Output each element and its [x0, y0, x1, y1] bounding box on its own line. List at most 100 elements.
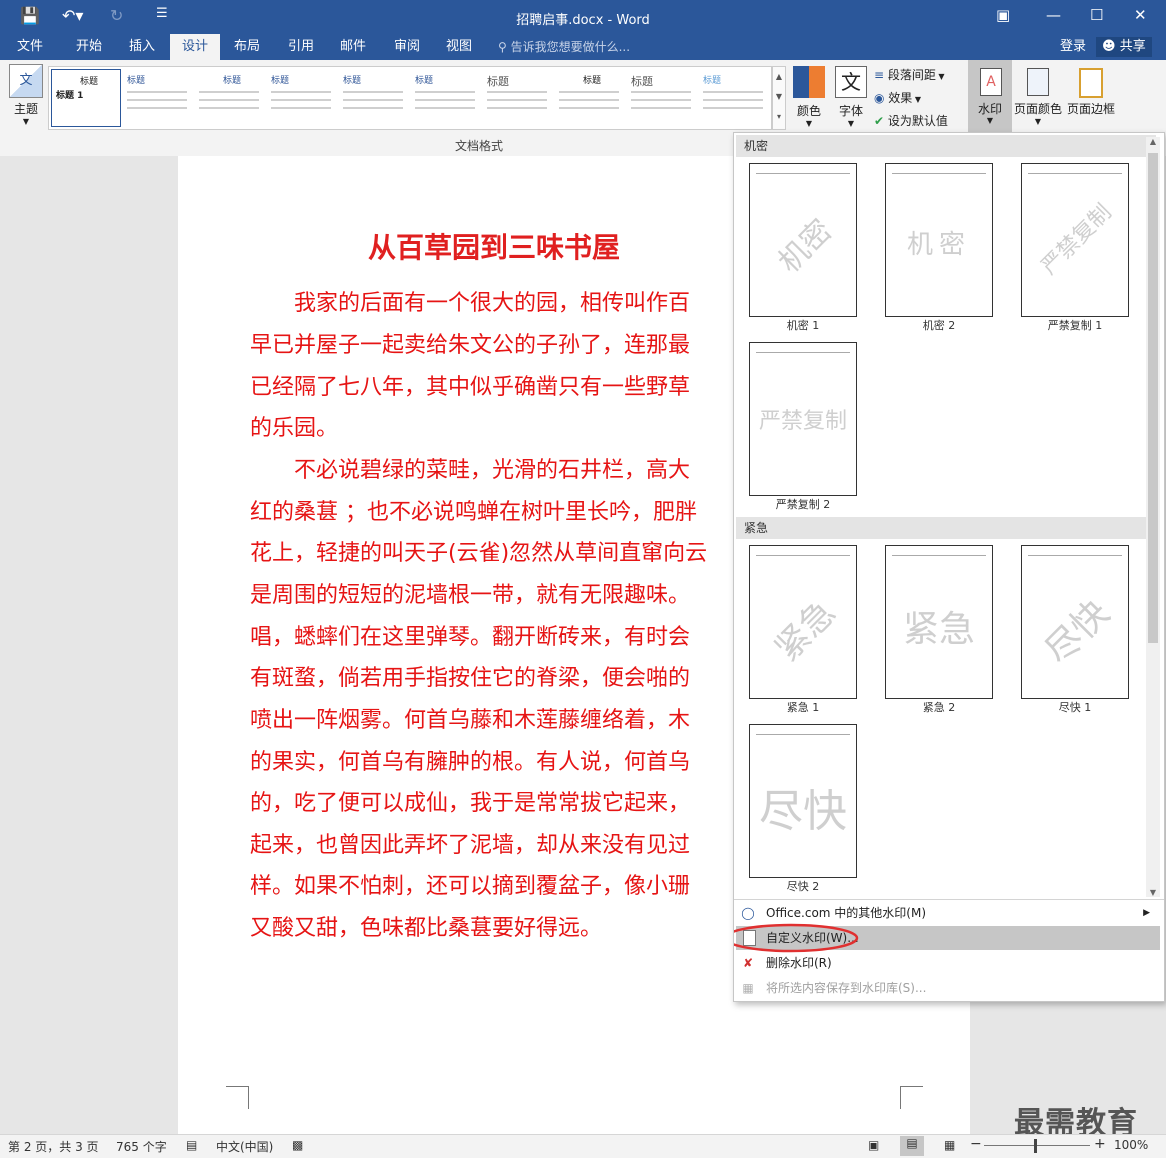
style-set-item[interactable]: 标题: [483, 69, 551, 125]
ribbon-display-options-icon[interactable]: ▣: [996, 6, 1010, 24]
web-layout-icon[interactable]: ▦: [944, 1138, 955, 1152]
scroll-down-icon[interactable]: ▼: [1146, 888, 1160, 897]
document-line[interactable]: 的果实，何首乌有臃肿的根。有人说，何首乌: [250, 744, 690, 776]
watermark-confidential-1[interactable]: 机密 机密 1: [748, 163, 858, 333]
language-indicator[interactable]: 中文(中国): [216, 1138, 273, 1155]
ribbon-tabs: 文件 开始 插入 设计 布局 引用 邮件 审阅 视图 ⚲ 告诉我您想要做什么..…: [0, 34, 1166, 60]
document-heading[interactable]: 从百草园到三味书屋: [368, 226, 620, 266]
gallery-scrollbar[interactable]: ▲ ▼: [1146, 137, 1160, 897]
tab-layout[interactable]: 布局: [224, 34, 270, 60]
zoom-level[interactable]: 100%: [1114, 1138, 1148, 1152]
section-header-confidential: 机密: [736, 135, 1156, 157]
watermark-no-copy-1[interactable]: 严禁复制 严禁复制 1: [1020, 163, 1130, 333]
tab-file[interactable]: 文件: [4, 34, 56, 60]
login-link[interactable]: 登录: [1060, 34, 1086, 60]
chevron-down-icon: ▼: [22, 117, 30, 126]
share-button[interactable]: ☻ 共享: [1096, 37, 1152, 57]
document-line[interactable]: 有斑蝥，倘若用手指按住它的脊梁，便会啪的: [250, 660, 690, 692]
effects-button[interactable]: ◉ 效果 ▼: [874, 89, 921, 106]
chevron-down-icon: ▼: [847, 119, 855, 128]
watermark-button[interactable]: A 水印 ▼: [968, 60, 1012, 134]
document-line[interactable]: 是周围的短短的泥墙根一带，就有无限趣味。: [250, 577, 690, 609]
document-line[interactable]: 红的桑葚 ；也不必说鸣蝉在树叶里长吟，肥胖: [250, 494, 697, 526]
tab-design[interactable]: 设计: [170, 34, 220, 60]
document-line[interactable]: 的，吃了便可以成仙，我于是常常拔它起来，: [250, 785, 690, 817]
set-default-button[interactable]: ✔ 设为默认值: [874, 112, 948, 129]
document-line[interactable]: 我家的后面有一个很大的园，相传叫作百: [250, 285, 690, 317]
thumb-title: 标题: [415, 76, 434, 86]
watermark-confidential-2[interactable]: 机密 机密 2: [884, 163, 994, 333]
watermark-caption: 机密 2: [922, 319, 956, 332]
document-line[interactable]: 花上，轻捷的叫天子(云雀)忽然从草间直窜向云: [250, 535, 707, 567]
watermark-no-copy-2[interactable]: 严禁复制 严禁复制 2: [748, 342, 858, 512]
watermark-preview-text: 紧急: [902, 609, 975, 650]
chevron-down-icon: ▼: [912, 95, 922, 104]
workspace-left: [0, 156, 178, 1134]
read-mode-icon[interactable]: ▣: [868, 1138, 879, 1152]
style-set-item[interactable]: 标题: [699, 69, 767, 125]
document-line[interactable]: 唱，蟋蟀们在这里弹琴。翻开断砖来，有时会: [250, 619, 690, 651]
watermark-urgent-2[interactable]: 紧急 紧急 2: [884, 545, 994, 715]
document-line[interactable]: 早已并屋子一起卖给朱文公的子孙了，连那最: [250, 327, 690, 359]
thumb-title: 标题: [80, 77, 99, 87]
zoom-slider-thumb[interactable]: [1034, 1139, 1037, 1153]
thumb-title: 标题: [703, 76, 722, 86]
zoom-slider-track[interactable]: [984, 1145, 1090, 1146]
print-layout-icon[interactable]: ▤: [900, 1136, 924, 1156]
page-borders-button[interactable]: 页面边框: [1066, 68, 1116, 117]
style-set-item[interactable]: 标题: [267, 69, 335, 125]
tab-home[interactable]: 开始: [64, 34, 114, 60]
style-set-item[interactable]: 标题: [339, 69, 407, 125]
thumb-title: 标题: [343, 76, 362, 86]
paragraph-spacing-button[interactable]: ≡ 段落间距 ▼: [874, 66, 945, 83]
page-color-button[interactable]: 页面颜色 ▼: [1014, 68, 1062, 126]
minimize-icon[interactable]: —: [1046, 6, 1061, 24]
watermark-asap-2[interactable]: 尽快 尽快 2: [748, 724, 858, 894]
style-set-item[interactable]: 标题: [195, 69, 263, 125]
page-count[interactable]: 第 2 页，共 3 页: [8, 1138, 99, 1155]
zoom-out-icon[interactable]: −: [970, 1136, 982, 1152]
tell-me-box[interactable]: ⚲ 告诉我您想要做什么...: [498, 34, 630, 60]
watermark-dropdown: 机密 机密 机密 1 机密 机密 2 严禁复制 严禁复制 1 严禁复制 严禁复制…: [733, 132, 1165, 1002]
document-line[interactable]: 已经隔了七八年，其中似乎确凿只有一些野草: [250, 369, 690, 401]
scroll-up-icon[interactable]: ▲: [1146, 137, 1160, 146]
document-line[interactable]: 又酸又甜，色味都比桑葚要好得远。: [250, 910, 602, 942]
title-bar: 💾 ↶▾ ↻ ☰ 招聘启事.docx - Word ▣ — ☐ ✕: [0, 0, 1166, 34]
colors-button[interactable]: 颜色 ▼: [792, 66, 826, 128]
style-set-item[interactable]: 标题: [627, 69, 695, 125]
document-line[interactable]: 样。如果不怕刺，还可以摘到覆盆子，像小珊: [250, 868, 690, 900]
remove-watermark-item[interactable]: ✘ 删除水印(R): [736, 951, 1160, 975]
close-icon[interactable]: ✕: [1134, 6, 1147, 24]
themes-button[interactable]: 文 主题 ▼: [8, 64, 44, 126]
tab-view[interactable]: 视图: [436, 34, 482, 60]
document-line[interactable]: 起来，也曾因此弄坏了泥墙，却从来没有见过: [250, 827, 690, 859]
maximize-icon[interactable]: ☐: [1090, 6, 1103, 24]
fonts-button[interactable]: 文 字体 ▼: [834, 66, 868, 128]
proofing-icon[interactable]: ▤: [186, 1138, 197, 1152]
document-line[interactable]: 的乐园。: [250, 410, 338, 442]
zoom-in-icon[interactable]: +: [1094, 1136, 1106, 1152]
document-line[interactable]: 喷出一阵烟雾。何首乌藤和木莲藤缠络着，木: [250, 702, 690, 734]
style-set-item[interactable]: 标题: [555, 69, 623, 125]
watermark-preview: 严禁复制: [749, 342, 857, 496]
document-line[interactable]: 不必说碧绿的菜畦，光滑的石井栏，高大: [250, 452, 690, 484]
tell-me-text: 告诉我您想要做什么...: [510, 40, 631, 54]
crop-mark: [226, 1086, 249, 1109]
scroll-thumb[interactable]: [1148, 153, 1158, 643]
tab-mailings[interactable]: 邮件: [330, 34, 376, 60]
macro-icon[interactable]: ▩: [292, 1138, 303, 1152]
checkmark-icon: ✔: [874, 114, 888, 128]
style-set-item[interactable]: 标题: [123, 69, 191, 125]
style-set-item[interactable]: 标题: [411, 69, 479, 125]
thumb-title: 标题: [583, 76, 602, 86]
tab-review[interactable]: 审阅: [384, 34, 430, 60]
remove-watermark-label: 删除水印(R): [766, 956, 832, 970]
tab-insert[interactable]: 插入: [118, 34, 166, 60]
tab-references[interactable]: 引用: [278, 34, 324, 60]
style-set-item[interactable]: 标题 标题 1: [51, 69, 121, 127]
watermark-asap-1[interactable]: 尽快 尽快 1: [1020, 545, 1130, 715]
watermark-caption: 严禁复制 2: [775, 498, 831, 511]
word-count[interactable]: 765 个字: [116, 1138, 167, 1155]
gallery-scroll[interactable]: ▲ ▼ ▾: [772, 66, 786, 130]
watermark-urgent-1[interactable]: 紧急 紧急 1: [748, 545, 858, 715]
